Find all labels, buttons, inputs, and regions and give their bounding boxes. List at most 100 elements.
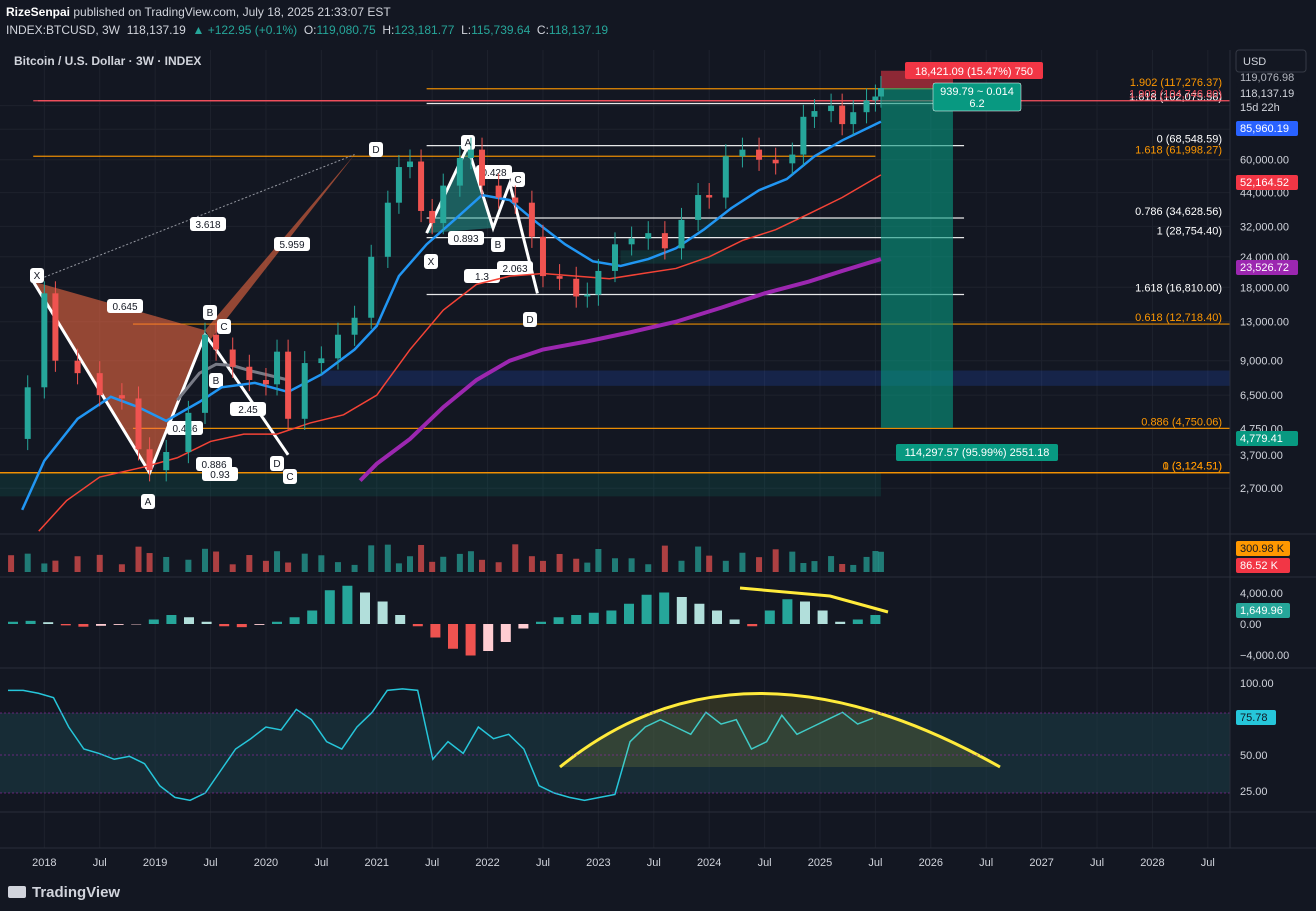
volume-bar [456,553,463,572]
macd-bar [729,619,740,624]
stop-label: 114,297.57 (95.99%) 2551.18 [905,447,1050,459]
candle [528,202,535,237]
publish-info: published on TradingView.com, July 18, 2… [73,5,391,19]
macd-bar [500,624,511,642]
macd-bar [43,622,54,624]
candle [118,395,125,399]
macd-bar [395,615,406,624]
volume-bar [440,556,447,572]
target-label: 18,421.09 (15.47%) 750 [915,66,1033,78]
entry-label: 939.79 ~ 0.014 [940,86,1014,98]
fib-label: 0 (3,124.51) [1163,461,1222,473]
volume-bar [351,564,358,572]
time-tick: 2028 [1140,857,1164,869]
fib-label: 1 (28,754.40) [1157,226,1222,238]
macd-bar [448,624,458,649]
candle [246,366,253,380]
pattern-point: C [514,175,521,186]
fib-label: 0.618 (12,718.40) [1135,312,1222,324]
volume-bar [384,544,391,572]
macd-bar [60,624,71,626]
chart-canvas[interactable]: 1.902 (117,276.37)1.618 (102,075.56)1.90… [0,44,1316,911]
volume-bar [318,555,325,572]
close-label: C: [536,23,549,37]
ratio-text: 0.645 [112,302,137,313]
volume-bar [41,563,48,572]
footer: TradingView [0,875,1316,911]
candle [41,293,48,388]
time-tick: 2020 [254,857,278,869]
macd-bar [412,624,423,627]
macd-bar [377,601,388,624]
macd-bar [25,620,36,624]
author-name[interactable]: RizeSenpai [6,5,70,19]
macd-bar [870,615,881,624]
candle [440,185,447,224]
volume-bar [739,552,746,572]
candle [418,161,425,211]
macd-bar [465,624,476,656]
candle [863,100,870,113]
volume-bar [839,564,846,572]
pattern-point: C [220,322,227,333]
candle [612,244,618,271]
time-tick: 2023 [586,857,610,869]
price-axis[interactable]: 100,000.0080,000.0060,000.0044,000.0032,… [1236,70,1298,495]
volume-bar [301,553,308,572]
candle [395,167,402,203]
open-value: 119,080.75 [316,23,376,37]
macd-bar [782,599,793,624]
time-tick: 2026 [919,857,943,869]
time-tick: Jul [979,857,993,869]
open-label: O: [303,23,317,37]
volume-bar [229,564,236,572]
volume-bar [706,555,713,572]
macd-bar [536,621,546,624]
candle [479,149,486,186]
macd-bar [624,603,634,624]
price-tag: 85,960.19 [1240,123,1289,135]
candle [52,293,59,361]
macd-bar [747,624,758,627]
tradingview-logo[interactable]: TradingView [8,884,120,901]
candle [429,210,436,224]
fib-label: 1.618 (61,998.27) [1135,144,1222,156]
macd-bar [588,612,599,624]
time-tick: 2021 [365,857,389,869]
volume-bar [479,559,486,572]
fib-label: 0.786 (34,628.56) [1135,206,1222,218]
candle [739,149,746,157]
ratio-text: 2.063 [502,264,527,275]
volume-bar [24,553,31,572]
candle [163,452,170,471]
volume-bar [789,551,796,572]
volume-bar [877,551,884,572]
high-value: 123,181.77 [394,23,455,37]
macd-tick: −4,000.00 [1240,650,1289,662]
candle [202,334,208,413]
price-tick: 9,000.00 [1240,356,1283,368]
candle [877,87,884,97]
pattern-point: X [34,271,41,282]
macd-bar [8,621,18,624]
low-label: L: [461,23,472,37]
tv-logo-icon [8,886,26,898]
macd-value: 1,649.96 [1240,605,1283,617]
fib-label: 1.902 (117,276.37) [1130,77,1222,89]
candle [229,349,236,367]
volume-bar [262,560,269,572]
macd-bar [201,621,212,624]
candle [678,219,685,249]
price-tick: 60,000.00 [1240,155,1289,167]
candle [213,334,220,350]
macd-bar [184,617,194,624]
stop-zone [880,87,953,428]
volume-bar [645,564,652,572]
time-tick: 2018 [32,857,56,869]
macd-bar [817,610,828,624]
time-tick: Jul [425,857,439,869]
volume-bar [467,551,474,572]
green-zone-2 [698,217,881,238]
macd-bar [289,617,300,624]
currency-button[interactable]: USD [1235,49,1307,73]
